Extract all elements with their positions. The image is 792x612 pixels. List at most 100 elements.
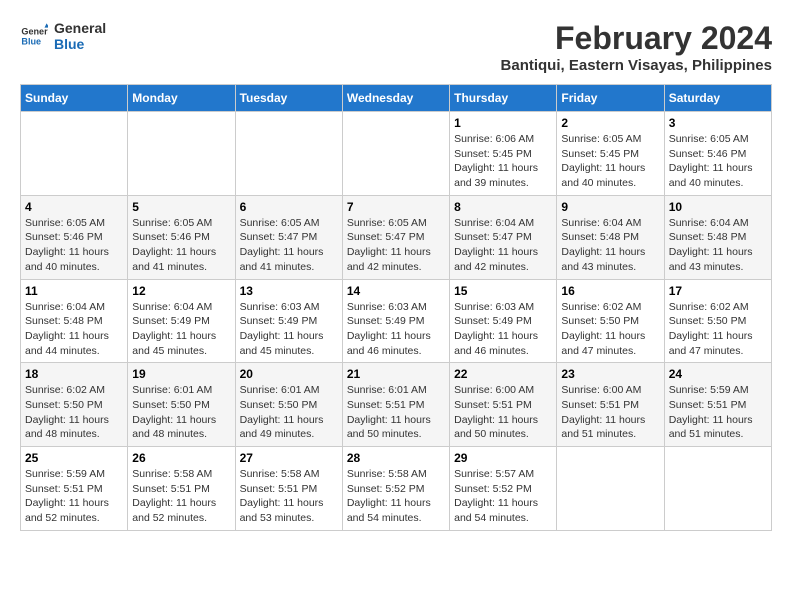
calendar-body: 1 Sunrise: 6:06 AMSunset: 5:45 PMDaylight… (21, 112, 772, 531)
calendar-cell: 8Sunrise: 6:04 AMSunset: 5:47 PMDaylight… (450, 195, 557, 279)
cell-content: Sunrise: 5:59 AMSunset: 5:51 PMDaylight:… (25, 467, 123, 526)
calendar-cell: 3Sunrise: 6:05 AMSunset: 5:46 PMDaylight… (664, 112, 771, 196)
calendar-cell: 6 Sunrise: 6:05 AMSunset: 5:47 PMDaylight… (235, 195, 342, 279)
day-number: 6 (240, 200, 338, 214)
calendar: SundayMondayTuesdayWednesdayThursdayFrid… (20, 84, 772, 531)
logo-line1: General (54, 20, 106, 36)
cell-content: Sunrise: 6:05 AMSunset: 5:47 PMDaylight:… (240, 216, 338, 275)
calendar-cell: 15 Sunrise: 6:03 AMSunset: 5:49 PMDayligh… (450, 279, 557, 363)
weekday-header: Thursday (450, 85, 557, 112)
day-number: 4 (25, 200, 123, 214)
svg-text:General: General (21, 27, 48, 37)
weekday-header: Wednesday (342, 85, 449, 112)
weekday-header: Saturday (664, 85, 771, 112)
logo-icon: General Blue (20, 22, 48, 50)
day-number: 1 (454, 116, 552, 130)
cell-content: Sunrise: 6:05 AMSunset: 5:45 PMDaylight:… (561, 132, 659, 191)
day-number: 26 (132, 451, 230, 465)
day-number: 15 (454, 284, 552, 298)
cell-content: Sunrise: 6:01 AMSunset: 5:51 PMDaylight:… (347, 383, 445, 442)
day-number: 16 (561, 284, 659, 298)
day-number: 17 (669, 284, 767, 298)
cell-content: Sunrise: 5:59 AMSunset: 5:51 PMDaylight:… (669, 383, 767, 442)
calendar-cell: 9 Sunrise: 6:04 AMSunset: 5:48 PMDaylight… (557, 195, 664, 279)
calendar-cell: 11Sunrise: 6:04 AMSunset: 5:48 PMDayligh… (21, 279, 128, 363)
logo: General Blue General Blue (20, 20, 106, 52)
day-number: 28 (347, 451, 445, 465)
header-row: SundayMondayTuesdayWednesdayThursdayFrid… (21, 85, 772, 112)
cell-content: Sunrise: 5:58 AMSunset: 5:51 PMDaylight:… (240, 467, 338, 526)
calendar-cell: 25Sunrise: 5:59 AMSunset: 5:51 PMDayligh… (21, 447, 128, 531)
day-number: 27 (240, 451, 338, 465)
calendar-cell: 20 Sunrise: 6:01 AMSunset: 5:50 PMDayligh… (235, 363, 342, 447)
cell-content: Sunrise: 6:03 AMSunset: 5:49 PMDaylight:… (454, 300, 552, 359)
title-area: February 2024 Bantiqui, Eastern Visayas,… (501, 20, 772, 74)
calendar-cell (342, 112, 449, 196)
cell-content: Sunrise: 6:01 AMSunset: 5:50 PMDaylight:… (132, 383, 230, 442)
day-number: 5 (132, 200, 230, 214)
cell-content: Sunrise: 6:04 AMSunset: 5:48 PMDaylight:… (669, 216, 767, 275)
calendar-cell (21, 112, 128, 196)
day-number: 10 (669, 200, 767, 214)
day-number: 23 (561, 367, 659, 381)
day-number: 22 (454, 367, 552, 381)
calendar-cell: 7 Sunrise: 6:05 AMSunset: 5:47 PMDaylight… (342, 195, 449, 279)
calendar-cell: 4 Sunrise: 6:05 AMSunset: 5:46 PMDaylight… (21, 195, 128, 279)
day-number: 18 (25, 367, 123, 381)
cell-content: Sunrise: 6:00 AMSunset: 5:51 PMDaylight:… (561, 383, 659, 442)
calendar-cell: 17 Sunrise: 6:02 AMSunset: 5:50 PMDayligh… (664, 279, 771, 363)
calendar-cell: 28 Sunrise: 5:58 AMSunset: 5:52 PMDayligh… (342, 447, 449, 531)
page-header: General Blue General Blue February 2024 … (20, 20, 772, 74)
day-number: 9 (561, 200, 659, 214)
day-number: 14 (347, 284, 445, 298)
day-number: 24 (669, 367, 767, 381)
day-number: 8 (454, 200, 552, 214)
calendar-cell: 22 Sunrise: 6:00 AMSunset: 5:51 PMDayligh… (450, 363, 557, 447)
calendar-cell: 2 Sunrise: 6:05 AMSunset: 5:45 PMDaylight… (557, 112, 664, 196)
calendar-cell: 29Sunrise: 5:57 AMSunset: 5:52 PMDayligh… (450, 447, 557, 531)
calendar-cell: 14 Sunrise: 6:03 AMSunset: 5:49 PMDayligh… (342, 279, 449, 363)
cell-content: Sunrise: 6:04 AMSunset: 5:49 PMDaylight:… (132, 300, 230, 359)
calendar-cell: 26 Sunrise: 5:58 AMSunset: 5:51 PMDayligh… (128, 447, 235, 531)
weekday-header: Monday (128, 85, 235, 112)
weekday-header: Tuesday (235, 85, 342, 112)
main-title: February 2024 (501, 20, 772, 57)
calendar-header: SundayMondayTuesdayWednesdayThursdayFrid… (21, 85, 772, 112)
day-number: 7 (347, 200, 445, 214)
calendar-cell (557, 447, 664, 531)
cell-content: Sunrise: 6:02 AMSunset: 5:50 PMDaylight:… (561, 300, 659, 359)
cell-content: Sunrise: 6:04 AMSunset: 5:48 PMDaylight:… (561, 216, 659, 275)
calendar-cell (128, 112, 235, 196)
calendar-cell: 24 Sunrise: 5:59 AMSunset: 5:51 PMDayligh… (664, 363, 771, 447)
weekday-header: Friday (557, 85, 664, 112)
calendar-row: 4 Sunrise: 6:05 AMSunset: 5:46 PMDaylight… (21, 195, 772, 279)
cell-content: Sunrise: 6:01 AMSunset: 5:50 PMDaylight:… (240, 383, 338, 442)
day-number: 21 (347, 367, 445, 381)
day-number: 20 (240, 367, 338, 381)
day-number: 12 (132, 284, 230, 298)
day-number: 2 (561, 116, 659, 130)
cell-content: Sunrise: 6:03 AMSunset: 5:49 PMDaylight:… (240, 300, 338, 359)
calendar-cell (235, 112, 342, 196)
cell-content: Sunrise: 6:05 AMSunset: 5:46 PMDaylight:… (132, 216, 230, 275)
calendar-row: 25Sunrise: 5:59 AMSunset: 5:51 PMDayligh… (21, 447, 772, 531)
day-number: 19 (132, 367, 230, 381)
svg-text:Blue: Blue (21, 36, 41, 46)
calendar-cell: 19 Sunrise: 6:01 AMSunset: 5:50 PMDayligh… (128, 363, 235, 447)
cell-content: Sunrise: 6:06 AMSunset: 5:45 PMDaylight:… (454, 132, 552, 191)
cell-content: Sunrise: 6:05 AMSunset: 5:47 PMDaylight:… (347, 216, 445, 275)
calendar-cell: 5 Sunrise: 6:05 AMSunset: 5:46 PMDaylight… (128, 195, 235, 279)
day-number: 13 (240, 284, 338, 298)
cell-content: Sunrise: 6:05 AMSunset: 5:46 PMDaylight:… (25, 216, 123, 275)
calendar-cell: 21 Sunrise: 6:01 AMSunset: 5:51 PMDayligh… (342, 363, 449, 447)
cell-content: Sunrise: 5:58 AMSunset: 5:51 PMDaylight:… (132, 467, 230, 526)
cell-content: Sunrise: 6:00 AMSunset: 5:51 PMDaylight:… (454, 383, 552, 442)
cell-content: Sunrise: 5:58 AMSunset: 5:52 PMDaylight:… (347, 467, 445, 526)
cell-content: Sunrise: 6:03 AMSunset: 5:49 PMDaylight:… (347, 300, 445, 359)
day-number: 3 (669, 116, 767, 130)
logo-line2: Blue (54, 36, 106, 52)
calendar-cell: 13 Sunrise: 6:03 AMSunset: 5:49 PMDayligh… (235, 279, 342, 363)
cell-content: Sunrise: 6:02 AMSunset: 5:50 PMDaylight:… (669, 300, 767, 359)
subtitle: Bantiqui, Eastern Visayas, Philippines (501, 57, 772, 74)
calendar-row: 1 Sunrise: 6:06 AMSunset: 5:45 PMDaylight… (21, 112, 772, 196)
